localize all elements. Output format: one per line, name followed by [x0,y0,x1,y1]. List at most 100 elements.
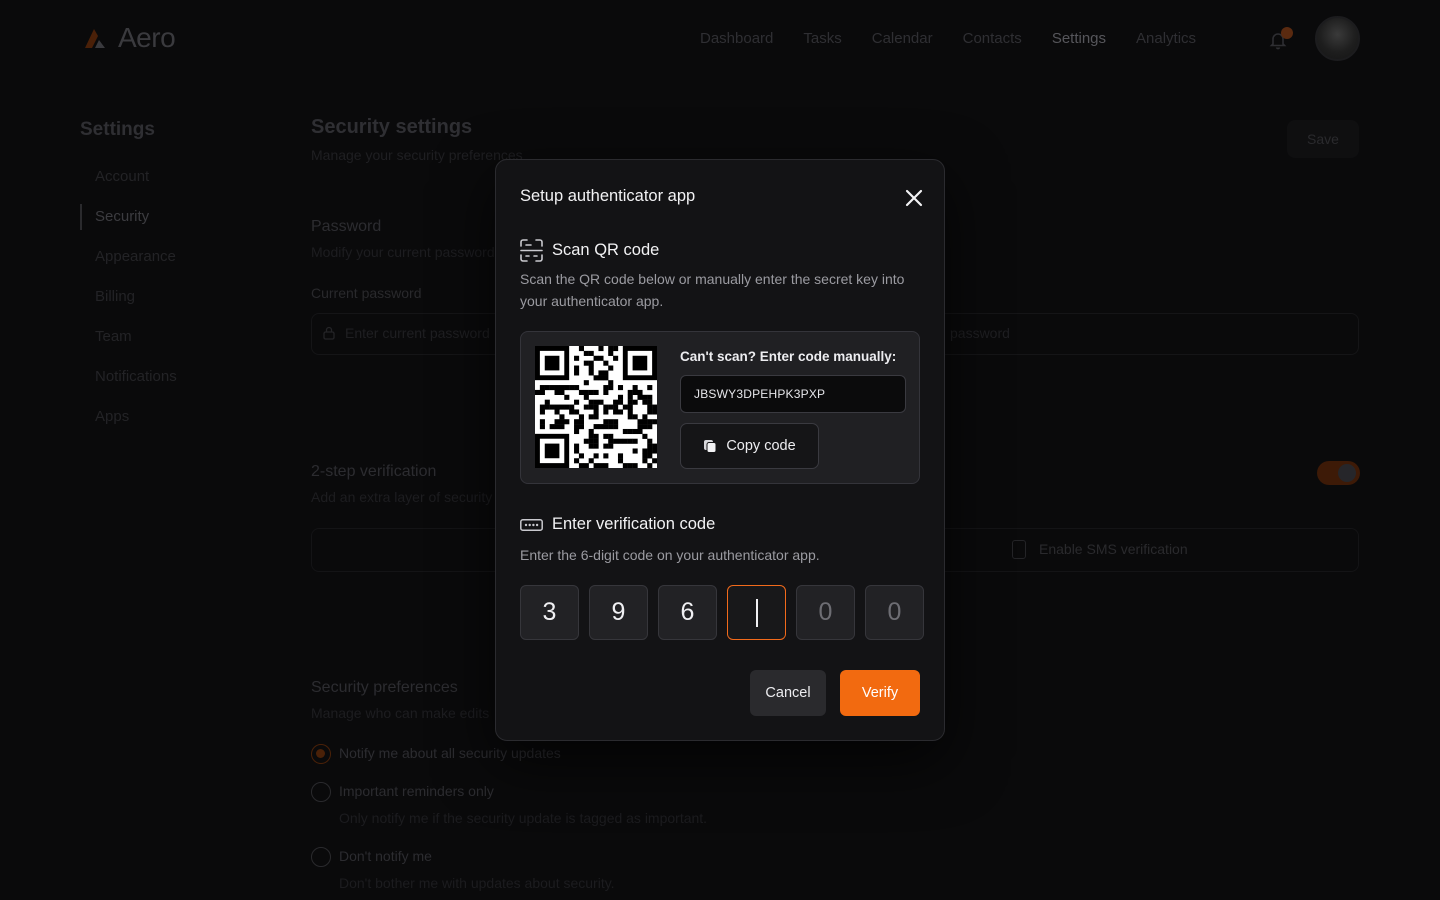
qr-module [593,404,599,410]
qr-module [627,428,633,435]
verification-title: Enter verification code [552,515,716,533]
preferences-subtitle: Manage who can make edits [311,705,490,721]
qr-module [588,350,594,356]
qr-module [544,355,560,371]
password-dots-icon [520,518,543,531]
qr-module [613,419,619,425]
qr-module [652,419,657,425]
cancel-button[interactable]: Cancel [750,670,826,716]
qr-module [637,428,643,435]
qr-module [608,438,614,444]
qr-module [559,414,565,420]
qr-module [647,394,653,400]
qr-module [554,409,560,415]
otp-digit-4[interactable] [727,585,786,640]
qr-module [588,433,594,439]
qr-module [588,443,594,449]
sidebar-item-security[interactable]: Security [80,204,177,230]
enable-sms-button[interactable]: Enable SMS verification [1039,541,1188,557]
qr-module [583,404,589,410]
qr-module [647,448,653,454]
otp-digit-2[interactable]: 9 [589,585,648,640]
qr-module [617,438,624,444]
sidebar-item-billing[interactable]: Billing [80,284,177,324]
qr-module [588,428,594,435]
qr-module [583,380,589,386]
sidebar-item-apps[interactable]: Apps [80,404,177,444]
nav-dashboard[interactable]: Dashboard [700,30,773,47]
copy-code-button[interactable]: Copy code [680,423,819,469]
qr-module [627,463,633,468]
qr-module [603,404,609,410]
qr-module [642,394,648,400]
qr-module [574,448,580,454]
nav-calendar[interactable]: Calendar [872,30,933,47]
nav-settings[interactable]: Settings [1052,30,1106,47]
qr-module [627,438,633,444]
radio-dont-notify[interactable] [311,847,331,867]
qr-module [593,355,599,361]
qr-module [613,346,619,352]
qr-module [617,394,624,400]
qr-module [583,389,589,395]
password-section-title: Password [311,218,382,235]
qr-module [642,453,648,459]
qr-module [588,399,594,405]
qr-module [637,394,643,400]
qr-module [647,419,653,425]
sidebar-item-account[interactable]: Account [80,164,177,204]
qr-module [603,360,609,366]
qr-module [559,404,565,410]
lock-icon [323,326,335,340]
otp-digit-6[interactable]: 0 [865,585,924,640]
qr-module [554,424,560,430]
authenticator-setup-modal: Setup authenticator app Scan QR code Sca… [495,159,945,741]
copy-icon [704,440,717,453]
qr-module [603,389,609,395]
scan-qr-description: Scan the QR code below or manually enter… [520,271,905,309]
app-name: Aero [118,22,176,53]
qr-module [622,428,628,435]
qr-module [608,380,614,386]
qr-module [613,438,619,444]
nav-analytics[interactable]: Analytics [1136,30,1196,47]
nav-contacts[interactable]: Contacts [963,30,1022,47]
qr-module [593,433,599,439]
modal-title: Setup authenticator app [520,187,696,205]
otp-digit-5[interactable]: 0 [796,585,855,640]
qr-module [603,463,609,468]
current-password-placeholder: Enter current password [345,325,490,341]
new-password-placeholder: password [950,325,1010,341]
user-avatar[interactable] [1315,16,1360,61]
qr-module [613,355,619,361]
app-logo[interactable]: Aero [82,22,176,54]
sidebar-item-notifications[interactable]: Notifications [80,364,177,404]
qr-module [554,404,560,410]
sidebar-item-appearance[interactable]: Appearance [80,244,177,284]
settings-sidebar: Account Security Appearance Billing Team… [80,164,177,444]
otp-digit-3[interactable]: 6 [658,585,717,640]
qr-module [544,385,550,391]
radio-important-only[interactable] [311,782,331,802]
otp-input-group: 3 9 6 0 0 [520,585,924,640]
qr-module [564,385,570,391]
qr-module [632,385,638,391]
scan-icon [520,239,543,262]
close-button[interactable] [900,184,928,212]
qr-module [539,409,545,415]
verify-button[interactable]: Verify [840,670,920,716]
radio-all-updates[interactable] [311,744,331,764]
notification-badge [1281,27,1293,39]
qr-module [608,404,614,410]
secret-key-field[interactable] [680,375,906,413]
qr-module [608,385,614,391]
qr-module [574,355,580,361]
qr-module [593,399,599,405]
sidebar-item-team[interactable]: Team [80,324,177,364]
qr-module [603,375,609,381]
text-caret [755,598,758,627]
otp-digit-1[interactable]: 3 [520,585,579,640]
nav-tasks[interactable]: Tasks [803,30,841,47]
save-button[interactable]: Save [1287,120,1359,158]
qr-module [647,404,653,410]
